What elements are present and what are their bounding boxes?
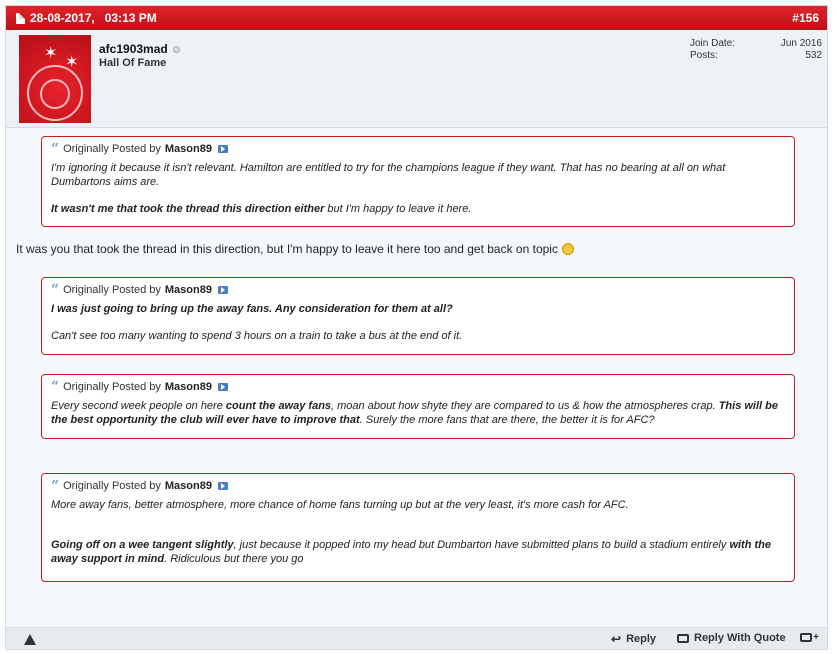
quote-author: Mason89 (164, 480, 212, 492)
quote-icon: “ (51, 141, 60, 157)
quote-block: “ Originally Posted by Mason89 I was jus… (41, 277, 795, 355)
quote-text: More away fans, better atmosphere, more … (51, 499, 629, 511)
document-icon (16, 12, 25, 24)
quote-text: I'm ignoring it because it isn't relevan… (51, 162, 726, 188)
post-number-link[interactable]: #156 (792, 11, 819, 25)
warning-icon[interactable] (24, 634, 36, 645)
quote-header: “ Originally Posted by Mason89 (51, 479, 785, 493)
quote-text-span: . Ridiculous but there you go (164, 553, 304, 565)
plus-icon: + (813, 632, 819, 643)
post-date-text: 28-08-2017, (30, 11, 95, 25)
quote-text: It wasn't me that took the thread this d… (51, 202, 785, 216)
quote-bold-text: I was just going to bring up the away fa… (51, 303, 453, 315)
reply-with-quote-button[interactable]: Reply With Quote (677, 632, 786, 644)
reply-button[interactable]: ↩ Reply (611, 632, 656, 646)
quote-author: Mason89 (164, 143, 212, 155)
post-time-text: 03:13 PM (104, 11, 157, 25)
multi-quote-icon (800, 633, 813, 642)
offline-status-icon (172, 45, 180, 53)
quote-text-span: . Surely the more fans that are there, t… (359, 414, 655, 426)
quote-prefix: Originally Posted by (63, 143, 161, 155)
posts-value: 532 (805, 50, 822, 61)
reply-body-text: It was you that took the thread in this … (16, 242, 558, 256)
reply-icon: ↩ (611, 632, 622, 646)
view-post-icon[interactable] (217, 286, 228, 294)
quote-text-span: Every second week people on here (51, 400, 226, 412)
view-post-icon[interactable] (217, 482, 228, 490)
quote-text: I was just going to bring up the away fa… (51, 302, 785, 316)
quote-header: “ Originally Posted by Mason89 (51, 283, 785, 297)
quote-block: “ Originally Posted by Mason89 Every sec… (41, 374, 795, 439)
quote-text: Every second week people on here count t… (51, 399, 785, 427)
avatar[interactable]: ✶ ✶ (19, 35, 91, 123)
reply-with-quote-icon (677, 633, 689, 643)
quote-icon: “ (51, 478, 60, 494)
quote-block: “ Originally Posted by Mason89 I'm ignor… (41, 136, 795, 227)
quote-prefix: Originally Posted by (63, 284, 161, 296)
quote-author: Mason89 (164, 284, 212, 296)
quote-prefix: Originally Posted by (63, 480, 161, 492)
post-container: 28-08-2017, 03:13 PM #156 ✶ ✶ afc1903mad… (5, 5, 828, 650)
post-date: 28-08-2017, 03:13 PM (16, 11, 157, 25)
join-date-value: Jun 2016 (780, 38, 822, 49)
quote-header: “ Originally Posted by Mason89 (51, 380, 785, 394)
quote-author: Mason89 (164, 381, 212, 393)
star-icon: ✶ (44, 45, 58, 62)
user-info: ✶ ✶ afc1903mad Hall Of Fame Join Date: J… (6, 30, 827, 128)
reply-button-label: Reply (626, 633, 657, 645)
post-footer: ↩ Reply Reply With Quote + (6, 627, 827, 649)
quote-icon: “ (51, 379, 60, 395)
club-crest-inner-icon (40, 79, 70, 109)
reply-body: It was you that took the thread in this … (16, 242, 574, 256)
quote-bold-text: Going off on a wee tangent slightly (51, 539, 234, 551)
quote-text-span: , moan about how shyte they are compared… (331, 400, 719, 412)
user-title: Hall Of Fame (99, 57, 167, 69)
user-stats: Join Date: Jun 2016 Posts: 532 (690, 38, 822, 62)
post-header: 28-08-2017, 03:13 PM #156 (6, 6, 827, 30)
quote-bold-text: count the away fans (225, 400, 332, 412)
username-text[interactable]: afc1903mad (99, 42, 168, 56)
smiley-icon (561, 243, 574, 255)
quote-text: Going off on a wee tangent slightly, jus… (51, 538, 785, 566)
quote-icon: “ (51, 282, 60, 298)
posts-label: Posts: (690, 50, 718, 61)
view-post-icon[interactable] (217, 145, 228, 153)
username[interactable]: afc1903mad (99, 42, 180, 56)
quote-text-span: , just because it popped into my head bu… (233, 539, 730, 551)
join-date-label: Join Date: (690, 38, 736, 49)
view-post-icon[interactable] (217, 383, 228, 391)
multi-quote-button[interactable]: + (800, 632, 819, 643)
reply-with-quote-label: Reply With Quote (694, 632, 786, 644)
quote-block: “ Originally Posted by Mason89 More away… (41, 473, 795, 582)
quote-text-span: but I'm happy to leave it here. (324, 203, 472, 215)
quote-bold-text: It wasn't me that took the thread this d… (51, 203, 325, 215)
quote-text: Can't see too many wanting to spend 3 ho… (51, 330, 463, 342)
quote-header: “ Originally Posted by Mason89 (51, 142, 785, 156)
quote-prefix: Originally Posted by (63, 381, 161, 393)
